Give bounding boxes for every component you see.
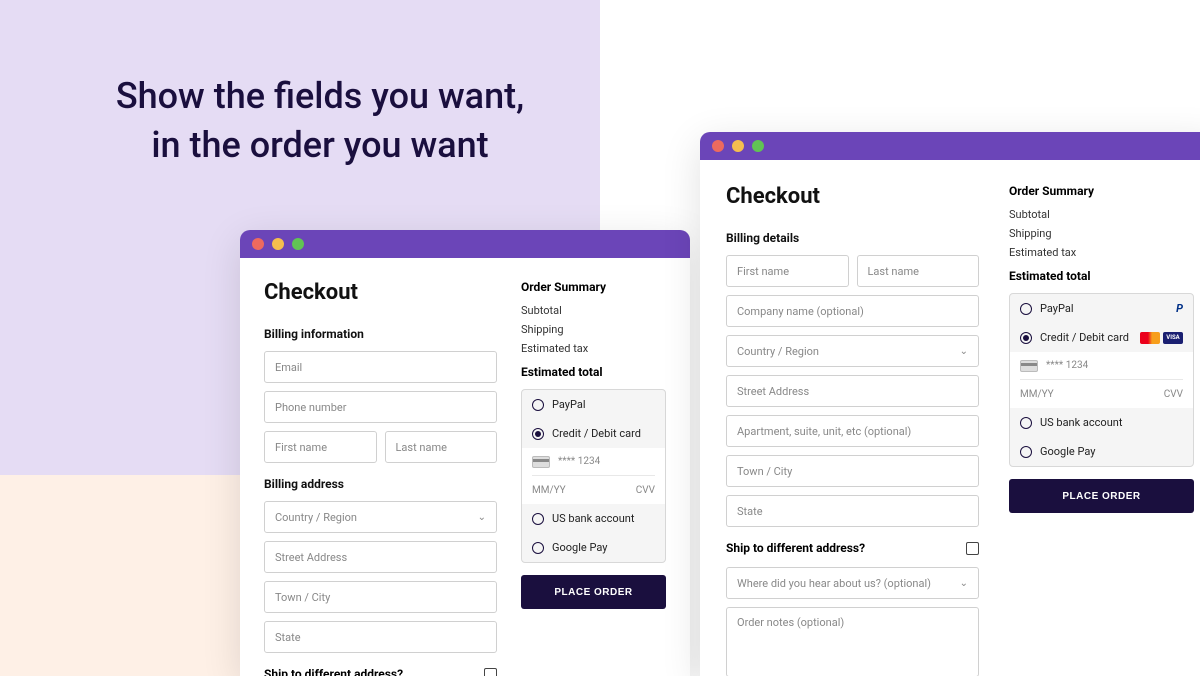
chevron-down-icon: ⌄ bbox=[960, 578, 968, 589]
paypal-label: PayPal bbox=[1040, 302, 1074, 315]
section-billing-info: Billing information bbox=[264, 327, 497, 341]
gpay-label: Google Pay bbox=[1040, 445, 1095, 458]
country-select[interactable]: Country / Region ⌄ bbox=[726, 335, 979, 367]
state-field[interactable]: State bbox=[726, 495, 979, 527]
minimize-icon[interactable] bbox=[732, 140, 744, 152]
titlebar bbox=[240, 230, 690, 258]
card-option[interactable]: Credit / Debit card VISA bbox=[1010, 323, 1193, 352]
first-name-field[interactable]: First name bbox=[264, 431, 377, 463]
country-label: Country / Region bbox=[737, 345, 819, 358]
expiry-label: MM/YY bbox=[1020, 389, 1054, 400]
hear-about-select[interactable]: Where did you hear about us? (optional) … bbox=[726, 567, 979, 599]
state-field[interactable]: State bbox=[264, 621, 497, 653]
ship-checkbox[interactable] bbox=[484, 668, 497, 676]
radio-icon bbox=[532, 399, 544, 411]
payment-box: PayPal P Credit / Debit card VISA bbox=[1009, 293, 1194, 467]
card-icon bbox=[1020, 360, 1038, 372]
card-option[interactable]: Credit / Debit card bbox=[522, 419, 665, 448]
radio-icon bbox=[1020, 417, 1032, 429]
checkout-window-1: Checkout Billing information Email Phone… bbox=[240, 230, 690, 676]
order-summary-heading: Order Summary bbox=[1009, 184, 1194, 198]
visa-icon: VISA bbox=[1163, 332, 1183, 344]
cvv-label: CVV bbox=[1164, 389, 1183, 400]
section-billing-address: Billing address bbox=[264, 477, 497, 491]
estimated-total-label: Estimated total bbox=[521, 365, 666, 379]
tax-label: Estimated tax bbox=[521, 342, 666, 355]
cvv-label: CVV bbox=[636, 485, 655, 496]
expiry-cvv-field[interactable]: MM/YY CVV bbox=[1020, 380, 1183, 408]
ship-label: Ship to different address? bbox=[726, 541, 865, 555]
paypal-option[interactable]: PayPal P bbox=[1010, 294, 1193, 323]
card-number-field[interactable]: **** 1234 bbox=[1020, 352, 1183, 380]
radio-icon bbox=[532, 542, 544, 554]
street-field[interactable]: Street Address bbox=[264, 541, 497, 573]
card-label: Credit / Debit card bbox=[552, 427, 641, 440]
tax-label: Estimated tax bbox=[1009, 246, 1194, 259]
section-billing-details: Billing details bbox=[726, 231, 979, 245]
chevron-down-icon: ⌄ bbox=[478, 512, 486, 523]
maximize-icon[interactable] bbox=[292, 238, 304, 250]
radio-checked-icon bbox=[532, 428, 544, 440]
paypal-label: PayPal bbox=[552, 398, 586, 411]
bank-option[interactable]: US bank account bbox=[1010, 408, 1193, 437]
order-notes-field[interactable]: Order notes (optional) bbox=[726, 607, 979, 676]
gpay-option[interactable]: Google Pay bbox=[522, 533, 665, 562]
company-field[interactable]: Company name (optional) bbox=[726, 295, 979, 327]
last-name-field[interactable]: Last name bbox=[857, 255, 980, 287]
radio-icon bbox=[532, 513, 544, 525]
email-field[interactable]: Email bbox=[264, 351, 497, 383]
close-icon[interactable] bbox=[712, 140, 724, 152]
shipping-label: Shipping bbox=[1009, 227, 1194, 240]
expiry-cvv-field[interactable]: MM/YY CVV bbox=[532, 476, 655, 504]
page-title: Checkout bbox=[264, 280, 497, 305]
paypal-option[interactable]: PayPal bbox=[522, 390, 665, 419]
card-number: **** 1234 bbox=[558, 456, 600, 467]
radio-icon bbox=[1020, 446, 1032, 458]
checkout-window-2: Checkout Billing details First name Last… bbox=[700, 132, 1200, 676]
card-icon bbox=[532, 456, 550, 468]
card-label: Credit / Debit card bbox=[1040, 331, 1129, 344]
close-icon[interactable] bbox=[252, 238, 264, 250]
mastercard-icon bbox=[1140, 332, 1160, 344]
radio-checked-icon bbox=[1020, 332, 1032, 344]
apartment-field[interactable]: Apartment, suite, unit, etc (optional) bbox=[726, 415, 979, 447]
last-name-field[interactable]: Last name bbox=[385, 431, 498, 463]
subtotal-label: Subtotal bbox=[1009, 208, 1194, 221]
page-title: Checkout bbox=[726, 184, 979, 209]
bank-option[interactable]: US bank account bbox=[522, 504, 665, 533]
subtotal-label: Subtotal bbox=[521, 304, 666, 317]
card-brand-icons: VISA bbox=[1140, 332, 1183, 344]
card-number: **** 1234 bbox=[1046, 360, 1088, 371]
street-field[interactable]: Street Address bbox=[726, 375, 979, 407]
ship-checkbox[interactable] bbox=[966, 542, 979, 555]
headline: Show the fields you want, in the order y… bbox=[60, 72, 580, 169]
paypal-logo-icon: P bbox=[1176, 302, 1183, 315]
chevron-down-icon: ⌄ bbox=[960, 346, 968, 357]
shipping-label: Shipping bbox=[521, 323, 666, 336]
ship-label: Ship to different address? bbox=[264, 667, 403, 676]
town-field[interactable]: Town / City bbox=[264, 581, 497, 613]
bank-label: US bank account bbox=[552, 512, 634, 525]
expiry-label: MM/YY bbox=[532, 485, 566, 496]
titlebar bbox=[700, 132, 1200, 160]
town-field[interactable]: Town / City bbox=[726, 455, 979, 487]
payment-box: PayPal Credit / Debit card **** 1234 bbox=[521, 389, 666, 563]
estimated-total-label: Estimated total bbox=[1009, 269, 1194, 283]
bank-label: US bank account bbox=[1040, 416, 1122, 429]
gpay-option[interactable]: Google Pay bbox=[1010, 437, 1193, 466]
gpay-label: Google Pay bbox=[552, 541, 607, 554]
first-name-field[interactable]: First name bbox=[726, 255, 849, 287]
phone-field[interactable]: Phone number bbox=[264, 391, 497, 423]
place-order-button[interactable]: PLACE ORDER bbox=[521, 575, 666, 609]
hear-label: Where did you hear about us? (optional) bbox=[737, 577, 931, 590]
card-number-field[interactable]: **** 1234 bbox=[532, 448, 655, 476]
country-select[interactable]: Country / Region ⌄ bbox=[264, 501, 497, 533]
maximize-icon[interactable] bbox=[752, 140, 764, 152]
order-summary-heading: Order Summary bbox=[521, 280, 666, 294]
radio-icon bbox=[1020, 303, 1032, 315]
country-label: Country / Region bbox=[275, 511, 357, 524]
place-order-button[interactable]: PLACE ORDER bbox=[1009, 479, 1194, 513]
minimize-icon[interactable] bbox=[272, 238, 284, 250]
